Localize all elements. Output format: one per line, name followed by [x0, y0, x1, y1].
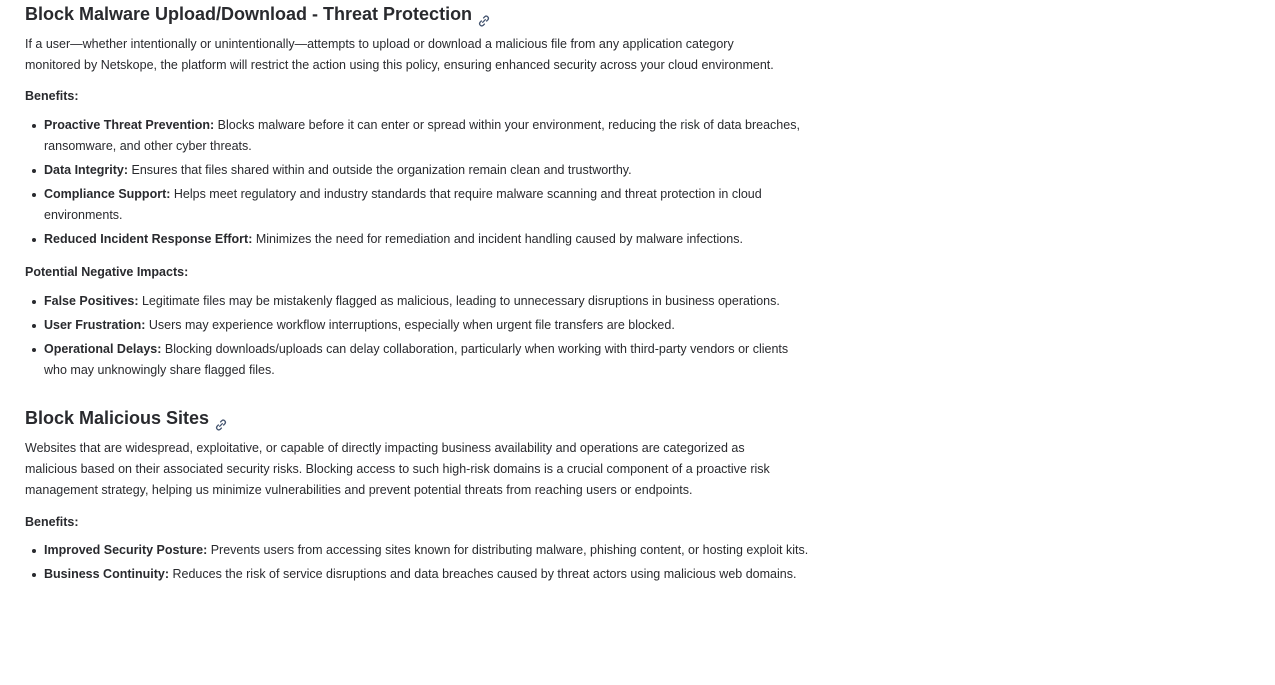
list-item: Compliance Support: Helps meet regulator…: [32, 184, 809, 226]
section-description: If a user—whether intentionally or unint…: [25, 37, 774, 72]
list-item: Data Integrity: Ensures that files share…: [32, 160, 809, 181]
list-item: User Frustration: Users may experience w…: [32, 315, 809, 336]
benefit-term: Data Integrity:: [44, 163, 129, 177]
benefits-label: Benefits:: [25, 89, 79, 103]
benefit-term: Compliance Support:: [44, 187, 171, 201]
benefit-term: Business Continuity:: [44, 567, 170, 581]
section-heading-malware: Block Malware Upload/Download - Threat P…: [25, 0, 491, 28]
benefit-term: Proactive Threat Prevention:: [44, 118, 215, 132]
benefit-text: Ensures that files shared within and out…: [128, 163, 632, 177]
section-title: Block Malware Upload/Download - Threat P…: [25, 4, 473, 24]
benefits-list: Proactive Threat Prevention: Blocks malw…: [25, 115, 809, 253]
benefits-label: Benefits:: [25, 515, 79, 529]
list-item: Reduced Incident Response Effort: Minimi…: [32, 229, 809, 250]
list-item: Proactive Threat Prevention: Blocks malw…: [32, 115, 809, 157]
section-description: Websites that are widespread, exploitati…: [25, 441, 770, 497]
impact-term: Operational Delays:: [44, 342, 162, 356]
benefit-text: Minimizes the need for remediation and i…: [252, 232, 743, 246]
link-icon[interactable]: [214, 412, 228, 431]
impact-term: User Frustration:: [44, 318, 146, 332]
list-item: Business Continuity: Reduces the risk of…: [32, 564, 809, 585]
section-heading-malicious-sites: Block Malicious Sites: [25, 404, 228, 432]
benefit-term: Improved Security Posture:: [44, 543, 208, 557]
benefit-term: Reduced Incident Response Effort:: [44, 232, 253, 246]
impact-text: Legitimate files may be mistakenly flagg…: [138, 294, 780, 308]
impact-text: Users may experience workflow interrupti…: [145, 318, 675, 332]
list-item: Improved Security Posture: Prevents user…: [32, 540, 809, 561]
section-title: Block Malicious Sites: [25, 408, 210, 428]
link-icon[interactable]: [477, 8, 491, 27]
benefit-text: Reduces the risk of service disruptions …: [169, 567, 797, 581]
benefit-text: Prevents users from accessing sites know…: [207, 543, 809, 557]
negative-impacts-label: Potential Negative Impacts:: [25, 265, 189, 279]
benefits-list: Improved Security Posture: Prevents user…: [25, 540, 809, 588]
list-item: Operational Delays: Blocking downloads/u…: [32, 339, 809, 381]
list-item: False Positives: Legitimate files may be…: [32, 291, 809, 312]
negative-impacts-list: False Positives: Legitimate files may be…: [25, 291, 809, 384]
impact-term: False Positives:: [44, 294, 139, 308]
